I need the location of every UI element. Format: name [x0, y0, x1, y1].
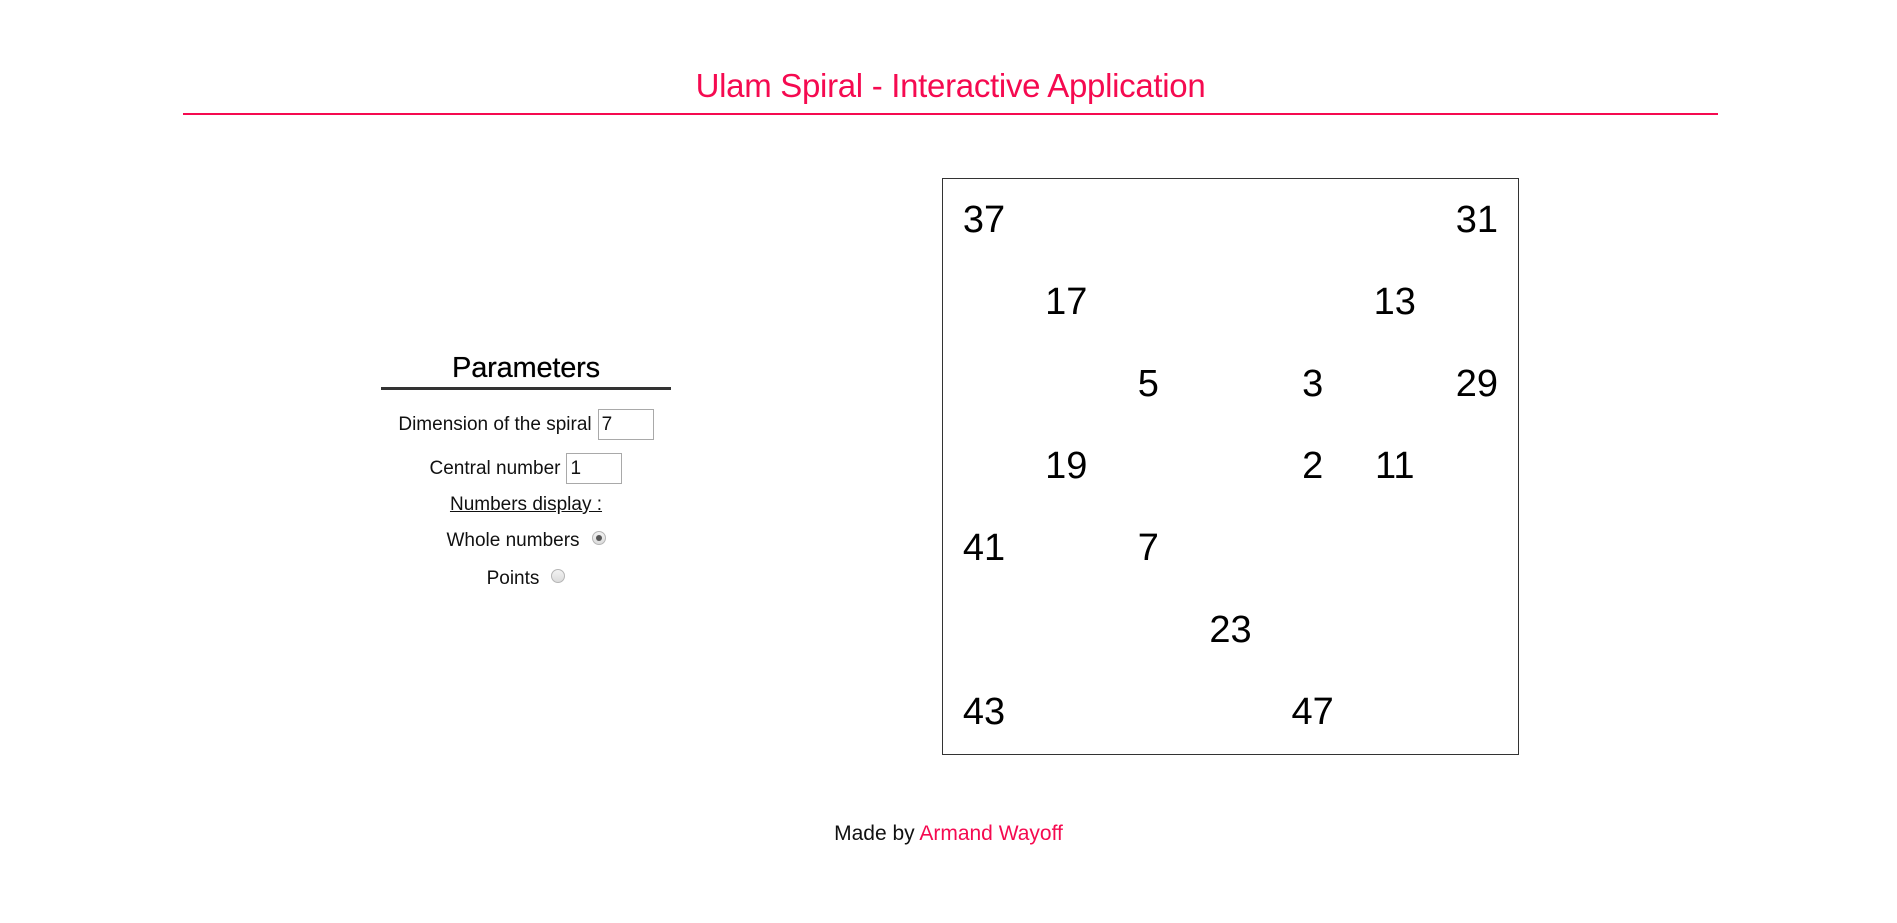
spiral-number: 7 [1137, 527, 1159, 570]
whole-numbers-option[interactable]: Whole numbers [381, 529, 671, 553]
spiral-number: 47 [1291, 691, 1334, 734]
numbers-display-row: Numbers display : [381, 494, 671, 516]
spiral-number: 29 [1455, 362, 1499, 405]
parameters-panel: Parameters Dimension of the spiral Centr… [381, 350, 671, 591]
dimension-row: Dimension of the spiral [381, 409, 671, 440]
title-divider [183, 113, 1718, 115]
spiral-number: 3 [1302, 362, 1324, 405]
dimension-input[interactable] [597, 409, 654, 440]
parameters-divider [381, 387, 671, 390]
central-number-row: Central number [381, 453, 671, 484]
spiral-number: 31 [1455, 198, 1499, 241]
page-title: Ulam Spiral - Interactive Application [695, 67, 1206, 104]
points-radio[interactable] [551, 569, 566, 583]
numbers-display-label: Numbers display : [449, 494, 603, 515]
spiral-number: 41 [962, 527, 1006, 570]
spiral-number: 2 [1302, 444, 1324, 487]
spiral-number: 13 [1373, 280, 1416, 323]
spiral-number: 11 [1375, 444, 1415, 487]
footer-prefix: Made by [834, 822, 915, 845]
spiral-number: 43 [962, 691, 1006, 734]
ulam-spiral-canvas: 37 31 17 13 5 3 29 19 2 11 41 7 23 43 47 [942, 178, 1519, 755]
footer: Made by Armand Wayoff [0, 822, 1897, 846]
whole-numbers-radio[interactable] [591, 531, 606, 545]
spiral-number: 5 [1137, 362, 1159, 405]
parameters-heading: Parameters [452, 352, 600, 384]
whole-numbers-label: Whole numbers [446, 530, 580, 551]
spiral-number: 17 [1045, 280, 1088, 323]
author-link[interactable]: Armand Wayoff [919, 822, 1063, 845]
spiral-number: 19 [1045, 444, 1088, 487]
dimension-label: Dimension of the spiral [398, 413, 592, 435]
page: Ulam Spiral - Interactive Application Pa… [0, 0, 1897, 923]
central-number-label: Central number [429, 457, 561, 479]
spiral-number: 23 [1209, 609, 1252, 652]
points-label: Points [486, 568, 540, 589]
central-number-input[interactable] [566, 453, 623, 484]
points-option[interactable]: Points [381, 567, 671, 591]
spiral-number: 37 [962, 198, 1006, 241]
